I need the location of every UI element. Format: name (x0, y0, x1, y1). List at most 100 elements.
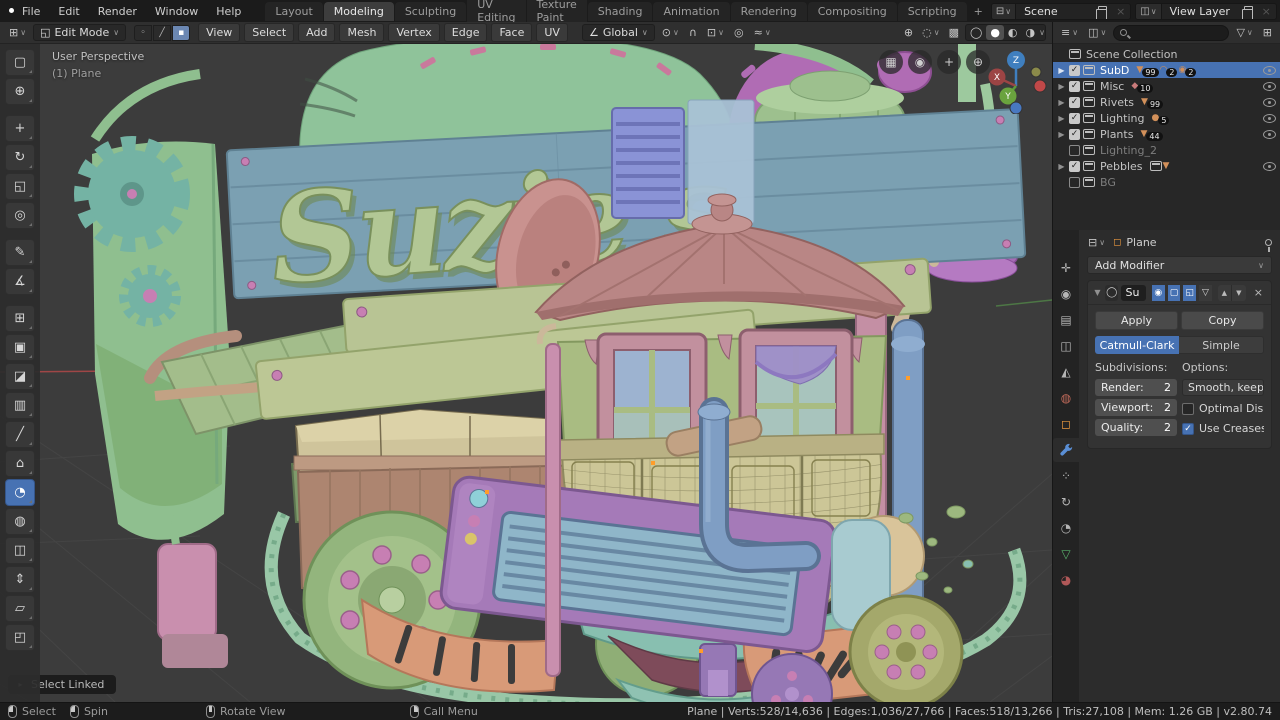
eye-icon[interactable] (1263, 65, 1276, 75)
copy-button[interactable]: Copy (1181, 311, 1264, 330)
pin-icon[interactable] (1265, 238, 1272, 252)
tab-layout[interactable]: Layout (265, 1, 323, 21)
tool-transform[interactable]: ◎ (5, 202, 35, 229)
eye-icon[interactable] (1263, 113, 1276, 123)
checkbox-checked-icon[interactable]: ✓ (1069, 160, 1080, 172)
tab-modifiers[interactable] (1053, 438, 1079, 462)
menu-uv[interactable]: UV (536, 23, 568, 42)
menu-file[interactable]: File (14, 3, 48, 20)
tab-view-layer[interactable]: ◫ (1053, 334, 1079, 358)
render-field[interactable]: Render: 2 (1095, 379, 1177, 396)
pan-view-button[interactable]: + (937, 50, 961, 74)
outliner-row-scene-collection[interactable]: Scene Collection (1053, 46, 1280, 62)
gizmo-toggle[interactable]: ⊕ (901, 25, 916, 40)
menu-view[interactable]: View (198, 23, 241, 42)
tool-shear[interactable]: ▱ (5, 595, 35, 622)
breadcrumb-object-name[interactable]: Plane (1126, 236, 1156, 249)
scene-icon[interactable]: ⊟ ∨ (991, 3, 1017, 19)
menu-render[interactable]: Render (90, 3, 145, 20)
outliner-editor-type-button[interactable]: ≡ ∨ (1058, 25, 1081, 40)
tab-animation[interactable]: Animation (653, 1, 730, 21)
new-collection-button[interactable]: ⊞ (1260, 25, 1275, 40)
tab-output[interactable]: ▤ (1053, 308, 1079, 332)
modifier-cage-toggle[interactable]: ▽ (1199, 284, 1212, 301)
tool-cursor[interactable]: ⊕ (5, 78, 35, 105)
shading-solid-button[interactable]: ● (986, 25, 1004, 40)
tab-material[interactable]: ◕ (1053, 568, 1079, 592)
tab-world[interactable]: ◍ (1053, 386, 1079, 410)
expand-icon[interactable]: ▶ (1057, 162, 1066, 171)
tool-extrude-region[interactable]: ⊞ (5, 305, 35, 332)
tab-object-data[interactable]: ▽ (1053, 542, 1079, 566)
outliner-row-pebbles[interactable]: ▶ ✓ Pebbles ▼ (1053, 158, 1280, 174)
view-layer-name[interactable]: View Layer (1162, 5, 1240, 18)
outliner-filter-button[interactable]: ▽ ∨ (1233, 25, 1255, 40)
checkbox-unchecked-icon[interactable] (1069, 144, 1080, 156)
tab-scene[interactable]: ◭ (1053, 360, 1079, 384)
face-select-button[interactable]: ▪ (172, 24, 191, 41)
outliner-search[interactable] (1113, 24, 1230, 41)
proportional-edit-toggle[interactable]: ◎ (731, 25, 747, 40)
tool-scale[interactable]: ◱ (5, 173, 35, 200)
tool-smooth[interactable]: ◍ (5, 508, 35, 535)
modifier-render-toggle[interactable]: ◉ (1151, 284, 1165, 301)
expand-icon[interactable]: ▶ (1057, 98, 1066, 107)
outliner-row-subd[interactable]: ▶ ✓ SubD ▼ 99 ◠ 2 ◉ 2 (1053, 62, 1280, 78)
scene-name[interactable]: Scene (1016, 5, 1094, 18)
modifier-move-up-button[interactable]: ▲ (1217, 284, 1232, 301)
tab-sculpting[interactable]: Sculpting (394, 1, 467, 21)
tab-tool[interactable]: ✛ (1053, 256, 1079, 280)
tab-render[interactable]: ◉ (1053, 282, 1079, 306)
tool-select-box[interactable]: ▢ (5, 49, 35, 76)
menu-edit[interactable]: Edit (50, 3, 87, 20)
optimal-display-row[interactable]: Optimal Displ.. (1182, 400, 1264, 417)
checkbox-checked-icon[interactable]: ✓ (1069, 64, 1080, 76)
outliner-display-mode-button[interactable]: ◫ ∨ (1085, 25, 1109, 40)
menu-select[interactable]: Select (244, 23, 295, 42)
checkbox-checked-icon[interactable]: ✓ (1182, 422, 1194, 435)
simple-button[interactable]: Simple (1179, 336, 1264, 354)
shading-rendered-button[interactable]: ◑ (1022, 25, 1040, 40)
tool-inset-faces[interactable]: ▣ (5, 334, 35, 361)
outliner-search-input[interactable] (1131, 27, 1223, 38)
tab-compositing[interactable]: Compositing (807, 1, 897, 21)
edge-select-button[interactable]: ╱ (153, 24, 172, 41)
tool-spin[interactable]: ◔ (5, 479, 35, 506)
snap-toggle[interactable]: ∩ (686, 25, 700, 40)
view-layer-icon[interactable]: ◫ ∨ (1136, 3, 1162, 19)
tab-modeling[interactable]: Modeling (323, 1, 394, 21)
modifier-viewport-toggle[interactable]: ▢ (1167, 284, 1181, 301)
shading-material-button[interactable]: ◐ (1004, 25, 1022, 40)
scene-copy-icon[interactable] (1096, 6, 1108, 19)
tool-rip-region[interactable]: ◰ (5, 624, 35, 651)
tab-particles[interactable]: ⁘ (1053, 464, 1079, 488)
checkbox-unchecked-icon[interactable] (1069, 176, 1080, 188)
viewport-canvas[interactable]: Suzie's Suzie's (0, 44, 1052, 702)
outliner-row-bg[interactable]: BG (1053, 174, 1280, 190)
expand-icon[interactable]: ▶ (1057, 130, 1066, 139)
menu-edge[interactable]: Edge (443, 23, 488, 42)
tool-poly-build[interactable]: ⌂ (5, 450, 35, 477)
outliner-row-lighting[interactable]: ▶ ✓ Lighting ● 5 (1053, 110, 1280, 126)
camera-view-button[interactable]: ◉ (908, 50, 932, 74)
menu-help[interactable]: Help (208, 3, 249, 20)
tool-measure[interactable]: ∡ (5, 268, 35, 295)
toggle-perspective-button[interactable]: ▦ (879, 50, 903, 74)
checkbox-checked-icon[interactable]: ✓ (1069, 128, 1080, 140)
tab-rendering[interactable]: Rendering (730, 1, 807, 21)
tool-edge-slide[interactable]: ◫ (5, 537, 35, 564)
snap-settings-dropdown[interactable]: ⊡ ∨ (704, 25, 727, 40)
tab-scripting[interactable]: Scripting (897, 1, 967, 21)
pivot-dropdown[interactable]: ⊙ ∨ (659, 25, 682, 40)
outliner-row-lighting-2[interactable]: Lighting_2 (1053, 142, 1280, 158)
tool-knife[interactable]: ╱ (5, 421, 35, 448)
add-modifier-dropdown[interactable]: Add Modifier ∨ (1087, 256, 1272, 274)
shading-dropdown[interactable]: ∨ (1039, 28, 1045, 37)
menu-face[interactable]: Face (491, 23, 533, 42)
tab-shading[interactable]: Shading (587, 1, 653, 21)
expand-icon[interactable]: ▶ (1057, 114, 1066, 123)
tool-loop-cut[interactable]: ▥ (5, 392, 35, 419)
vertex-select-button[interactable]: ◦ (134, 24, 153, 41)
tool-move[interactable]: + (5, 115, 35, 142)
view-layer-copy-icon[interactable] (1241, 6, 1253, 19)
